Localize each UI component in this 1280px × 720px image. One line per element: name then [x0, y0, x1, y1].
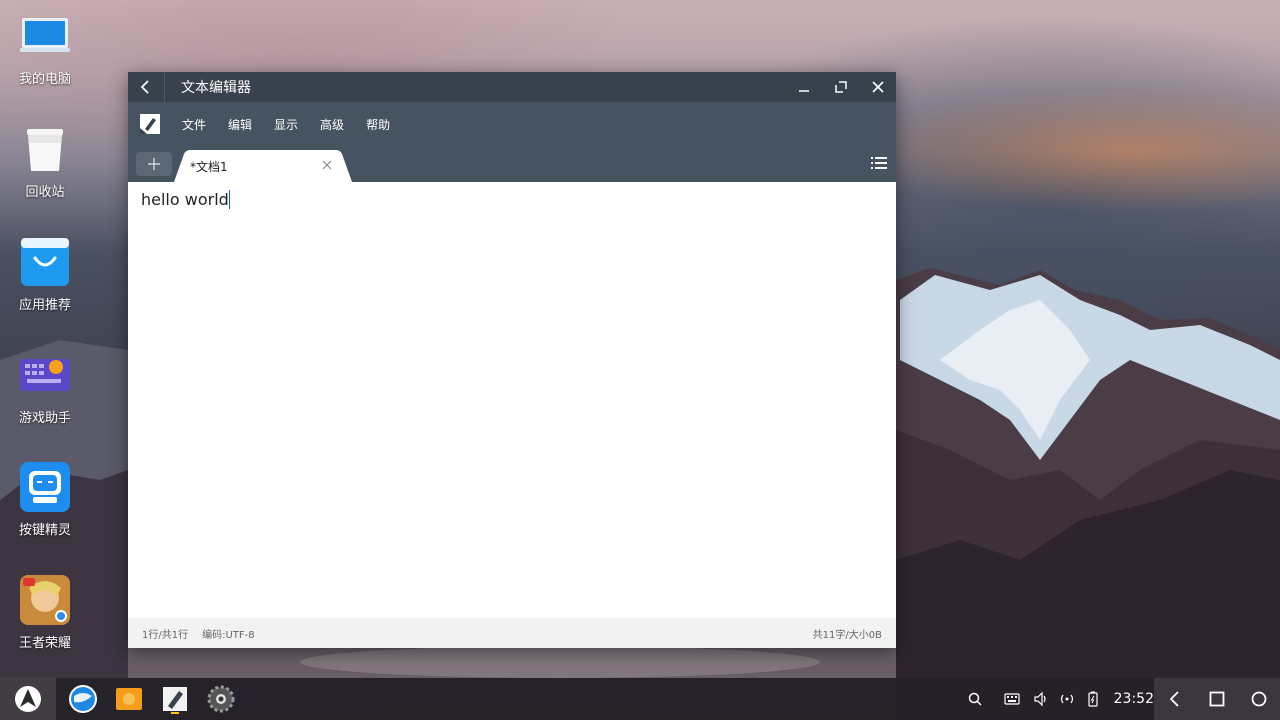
maximize-icon — [834, 81, 847, 93]
system-tray: 23:52 — [962, 678, 1154, 720]
nav-home-button[interactable] — [1249, 689, 1269, 709]
chevron-left-icon — [140, 80, 149, 94]
recycle-bin-icon — [19, 123, 71, 175]
close-icon[interactable] — [320, 158, 334, 172]
key-macro-icon — [19, 461, 71, 513]
keyboard-icon[interactable] — [1004, 691, 1020, 707]
settings-icon — [207, 685, 235, 713]
volume-icon[interactable] — [1033, 691, 1049, 707]
status-line-count: 1行/共1行 — [142, 629, 189, 641]
desktop-icon-key-macro[interactable]: 按键精灵 — [0, 451, 90, 551]
editor-content: hello world — [141, 190, 230, 209]
new-tab-button[interactable] — [136, 152, 172, 176]
minimize-button[interactable] — [785, 72, 822, 102]
window-titlebar[interactable]: 文本编辑器 — [128, 72, 896, 102]
desktop-icon-game[interactable]: 王者荣耀 — [0, 564, 90, 664]
taskbar-browser[interactable] — [68, 684, 98, 714]
text-editor-icon — [163, 687, 187, 714]
window-title: 文本编辑器 — [181, 80, 251, 96]
taskbar-files[interactable] — [114, 684, 144, 714]
menu-help[interactable]: 帮助 — [366, 116, 390, 133]
status-size: 共11字/大小0B — [812, 629, 882, 641]
desktop-icon-recycle-bin[interactable]: 回收站 — [0, 113, 90, 213]
circle-icon — [1251, 691, 1267, 707]
tab-bar: *文档1 — [128, 146, 896, 182]
taskbar-settings[interactable] — [206, 684, 236, 714]
navigation-keys — [1154, 678, 1280, 720]
text-area[interactable]: hello world — [128, 182, 896, 618]
desktop-icon-app-store[interactable]: 应用推荐 — [0, 226, 90, 326]
status-bar: 1行/共1行 编码:UTF-8 共11字/大小0B — [128, 618, 896, 648]
plus-icon — [148, 158, 160, 170]
text-caret — [228, 190, 230, 209]
menu-file[interactable]: 文件 — [182, 116, 206, 133]
desktop-icon-label: 游戏助手 — [18, 411, 71, 426]
desktop-icon-label: 回收站 — [25, 185, 65, 200]
status-encoding[interactable]: 编码:UTF-8 — [202, 626, 255, 641]
back-button[interactable] — [128, 72, 165, 102]
computer-icon — [19, 10, 71, 62]
close-icon — [871, 81, 884, 93]
search-icon[interactable] — [967, 691, 983, 707]
nav-recent-button[interactable] — [1207, 689, 1227, 709]
signal-icon[interactable] — [1059, 691, 1075, 707]
browser-icon — [69, 685, 97, 713]
files-icon — [116, 688, 142, 710]
battery-icon[interactable] — [1085, 691, 1101, 707]
desktop-icon-game-assistant[interactable]: 游戏助手 — [0, 339, 90, 439]
taskbar-text-editor[interactable] — [160, 684, 190, 714]
nav-back-button[interactable] — [1165, 689, 1185, 709]
start-logo-icon — [15, 686, 41, 712]
tab-document[interactable]: *文档1 — [174, 150, 352, 182]
minimize-icon — [798, 90, 809, 92]
menu-view[interactable]: 显示 — [274, 116, 298, 133]
desktop-icon-label: 应用推荐 — [18, 298, 71, 313]
desktop-icon-label: 我的电脑 — [18, 72, 71, 87]
desktop-icon-label: 按键精灵 — [18, 523, 71, 538]
game-icon — [19, 574, 71, 626]
menu-edit[interactable]: 编辑 — [228, 116, 252, 133]
desktop-icon-my-computer[interactable]: 我的电脑 — [0, 0, 90, 100]
list-icon[interactable] — [870, 154, 888, 172]
text-editor-logo-icon — [140, 114, 160, 134]
chevron-left-icon — [1169, 691, 1179, 707]
clock[interactable]: 23:52 — [1114, 691, 1154, 707]
menu-bar: 文件 编辑 显示 高级 帮助 — [128, 102, 896, 146]
square-icon — [1209, 691, 1225, 707]
game-assistant-icon — [19, 349, 71, 401]
desktop-icon-label: 王者荣耀 — [18, 636, 71, 651]
editor-text-line: hello world — [141, 190, 229, 209]
menu-advanced[interactable]: 高级 — [320, 116, 344, 133]
close-button[interactable] — [859, 72, 896, 102]
app-store-icon — [19, 236, 71, 288]
start-button[interactable] — [0, 678, 56, 720]
tab-label: *文档1 — [190, 160, 228, 174]
maximize-button[interactable] — [822, 72, 859, 102]
taskbar: 23:52 — [0, 678, 1280, 720]
text-editor-window: 文本编辑器 文件 编辑 显示 高级 帮助 *文档1 hello world 1行… — [128, 72, 896, 648]
